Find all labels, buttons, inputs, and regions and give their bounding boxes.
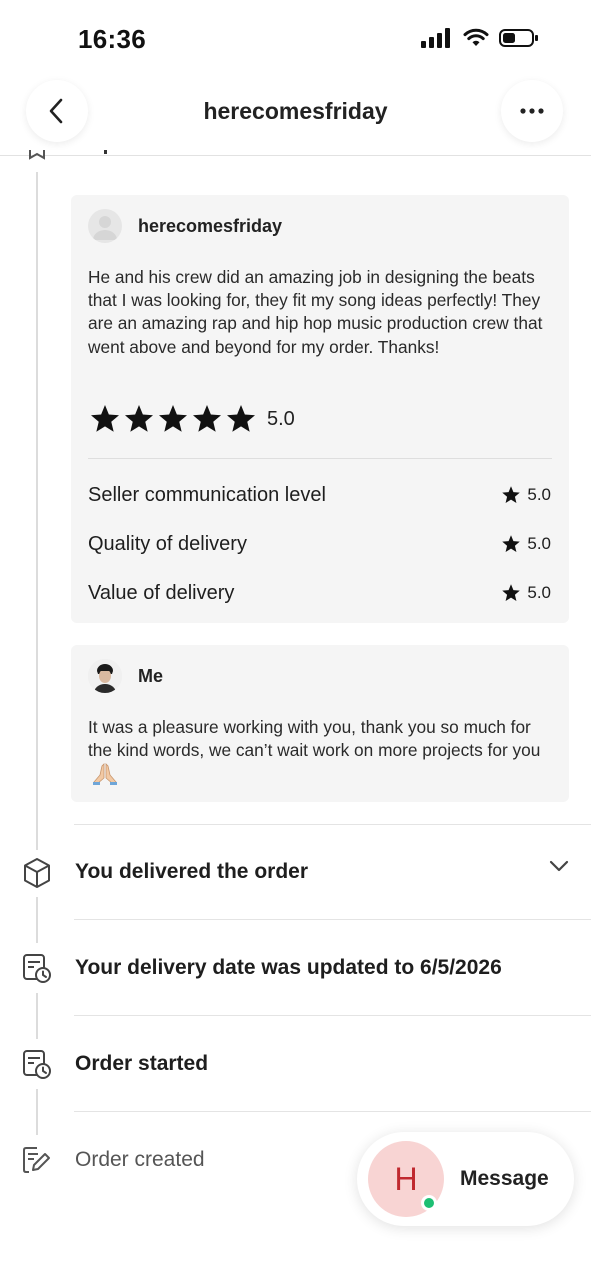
review-text: He and his crew did an amazing job in de… (88, 267, 543, 357)
calendar-clock-icon (20, 951, 54, 985)
wifi-icon (463, 28, 489, 46)
rating-label: Quality of delivery (88, 532, 247, 555)
praying-hands-icon (93, 763, 117, 786)
rating-row-value: Value of delivery 5.0 (88, 578, 551, 608)
calendar-clock-icon (20, 1047, 54, 1081)
seller-reply-card: Me It was a pleasure working with you, t… (71, 645, 569, 802)
partial-text-fragment (104, 150, 107, 154)
divider (74, 1111, 591, 1112)
package-icon (20, 856, 54, 890)
edit-document-icon (20, 1143, 54, 1177)
rating-row-communication: Seller communication level 5.0 (88, 480, 551, 510)
divider (88, 458, 552, 459)
rating-score: 5.0 (527, 485, 551, 504)
profile-photo-icon (88, 659, 122, 693)
my-avatar (88, 659, 122, 693)
timeline-line (36, 993, 38, 1039)
reviewer-row: herecomesfriday (88, 209, 282, 243)
divider (74, 824, 591, 825)
review-card: herecomesfriday He and his crew did an a… (71, 195, 569, 623)
status-bar: 16:36 (0, 0, 591, 80)
activity-delivered[interactable]: You delivered the order (75, 860, 308, 884)
header: herecomesfriday (0, 80, 591, 156)
star-icon (502, 535, 521, 552)
rating-score: 5.0 (527, 583, 551, 602)
rating-label: Seller communication level (88, 483, 326, 506)
star-icon (502, 486, 521, 503)
user-placeholder-icon (93, 216, 117, 240)
timeline-line (36, 897, 38, 943)
chevron-down-icon[interactable] (549, 860, 569, 872)
activity-date-updated: Your delivery date was updated to 6/5/20… (75, 956, 502, 979)
divider (74, 919, 591, 920)
battery-icon (499, 29, 538, 47)
rating-label: Value of delivery (88, 581, 235, 604)
message-button[interactable]: H Message (357, 1132, 574, 1226)
rating-score: 5.0 (527, 534, 551, 553)
star-icon (125, 405, 153, 432)
reviewer-name: herecomesfriday (138, 215, 283, 236)
rating-row-quality: Quality of delivery 5.0 (88, 529, 551, 559)
timeline-line (36, 172, 38, 850)
rating-value: 5.0 (501, 534, 551, 554)
reviewer-avatar (88, 209, 122, 243)
overall-score: 5.0 (267, 407, 295, 430)
star-icon (159, 405, 187, 432)
star-icon (193, 405, 221, 432)
star-icon (227, 405, 255, 432)
rating-value: 5.0 (501, 583, 551, 603)
star-icon (502, 584, 521, 601)
online-status-dot (421, 1195, 437, 1211)
reply-text-body: It was a pleasure working with you, than… (88, 717, 541, 761)
message-button-label: Message (460, 1167, 549, 1190)
review-icon-partial (29, 150, 45, 160)
activity-order-started: Order started (75, 1052, 209, 1075)
divider (74, 1015, 591, 1016)
more-dots-icon (520, 108, 544, 114)
reply-author: Me (138, 665, 164, 686)
activity-order-created: Order created (75, 1148, 205, 1171)
star-icon (91, 405, 119, 432)
status-time: 16:36 (78, 24, 146, 54)
more-options-button[interactable] (501, 80, 563, 142)
reply-author-row: Me (88, 659, 163, 693)
status-icons (421, 28, 539, 48)
overall-rating: 5.0 (89, 403, 295, 435)
signal-icon (421, 28, 450, 48)
reply-text: It was a pleasure working with you, than… (88, 716, 558, 790)
rating-value: 5.0 (501, 485, 551, 505)
timeline-line (36, 1089, 38, 1135)
avatar-initial: H (394, 1160, 418, 1197)
